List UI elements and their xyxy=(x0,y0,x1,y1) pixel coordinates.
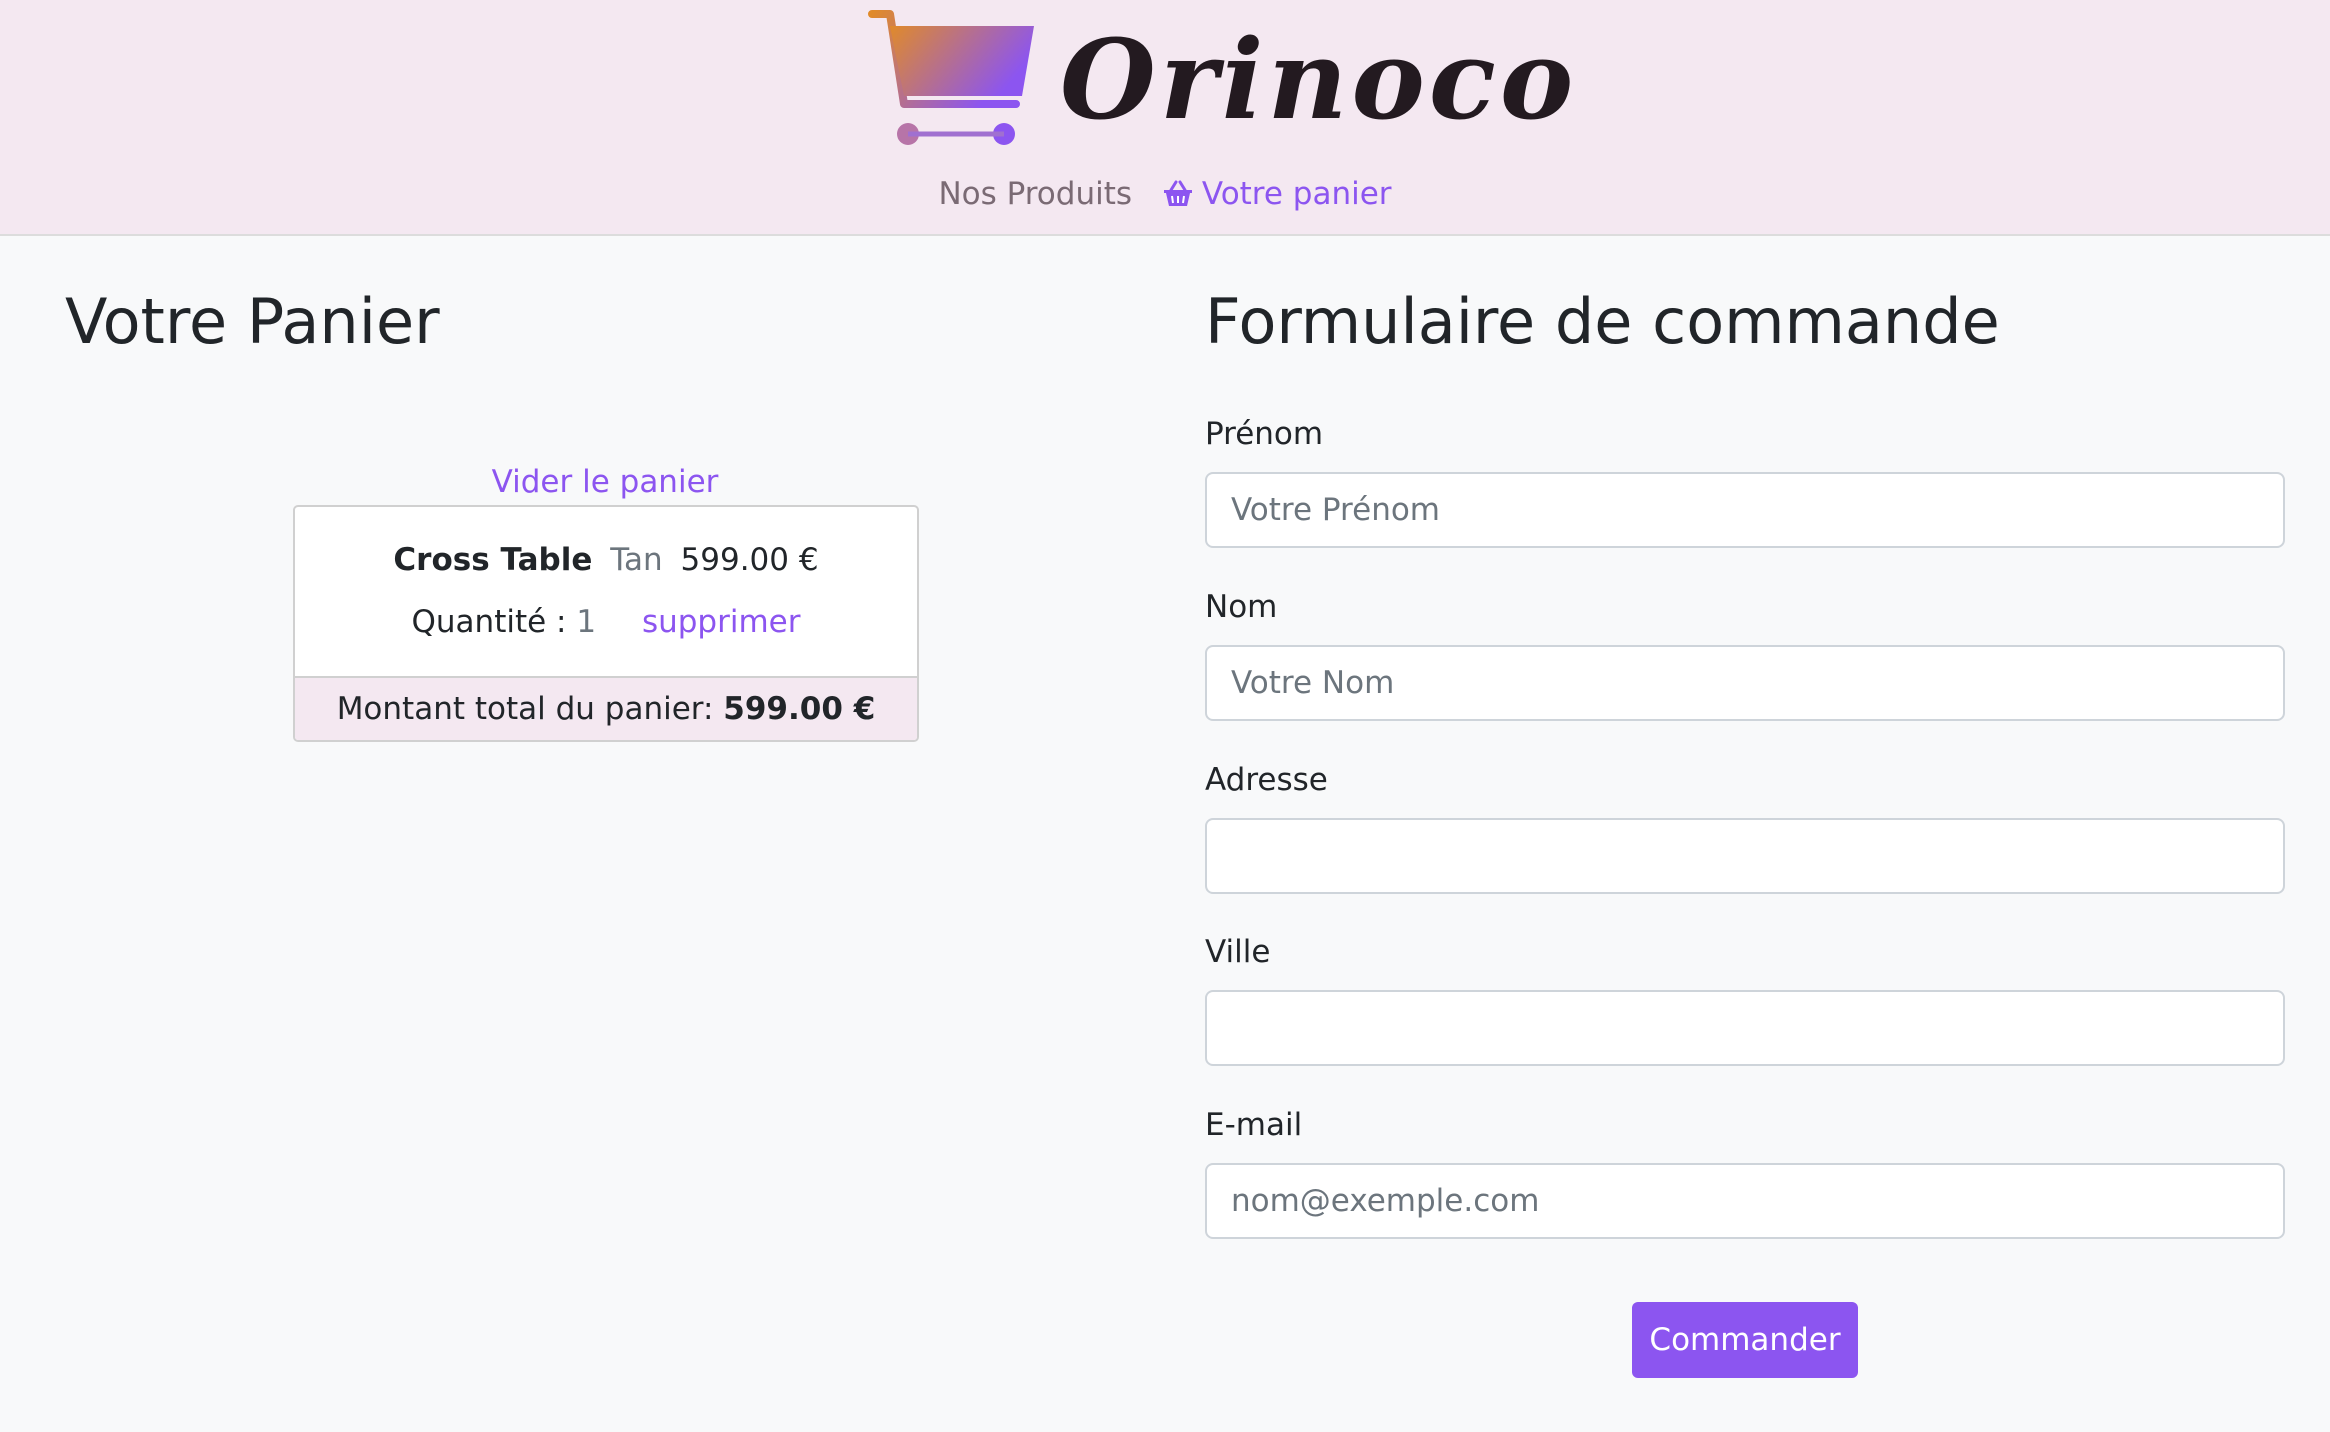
lastname-label: Nom xyxy=(1205,589,1278,625)
empty-cart-link[interactable]: Vider le panier xyxy=(293,458,917,506)
shopping-cart-icon xyxy=(868,10,1034,145)
quantity-label: Quantité : xyxy=(411,604,567,640)
email-label: E-mail xyxy=(1205,1107,1303,1143)
product-name: Cross Table xyxy=(393,542,593,578)
product-color: Tan xyxy=(610,542,663,578)
product-price: 599.00 € xyxy=(680,542,819,578)
nav-products-link[interactable]: Nos Produits xyxy=(938,166,1132,222)
cart-card: Cross Table Tan 599.00 € Quantité : 1 su… xyxy=(293,505,919,742)
email-input[interactable] xyxy=(1205,1163,2285,1239)
nav-cart-label: Votre panier xyxy=(1201,176,1392,212)
quantity-value: 1 xyxy=(576,604,597,640)
brand-name[interactable]: Orinoco xyxy=(1060,10,1577,150)
lastname-input[interactable] xyxy=(1205,645,2285,721)
address-group: Adresse xyxy=(1205,758,2285,894)
firstname-label: Prénom xyxy=(1205,416,1324,452)
basket-icon xyxy=(1163,180,1192,206)
total-label: Montant total du panier: xyxy=(336,691,714,727)
email-group: E-mail xyxy=(1205,1103,2285,1239)
city-label: Ville xyxy=(1205,934,1271,970)
cart-item: Cross Table Tan 599.00 € xyxy=(295,537,917,583)
firstname-input[interactable] xyxy=(1205,472,2285,548)
cart-item-quantity-row: Quantité : 1 supprimer xyxy=(295,599,917,645)
total-amount: 599.00 € xyxy=(723,691,876,727)
submit-order-button[interactable]: Commander xyxy=(1632,1302,1858,1378)
city-group: Ville xyxy=(1205,930,2285,1066)
nav-cart-link[interactable]: Votre panier xyxy=(1162,166,1392,222)
address-label: Adresse xyxy=(1205,762,1328,798)
main-nav: Nos Produits Votre panier xyxy=(0,166,2330,222)
cart-title: Votre Panier xyxy=(65,285,440,358)
remove-item-link[interactable]: supprimer xyxy=(642,604,801,640)
order-form-title: Formulaire de commande xyxy=(1205,285,2000,358)
address-input[interactable] xyxy=(1205,818,2285,894)
site-header: Orinoco Nos Produits Votre panier xyxy=(0,0,2330,236)
city-input[interactable] xyxy=(1205,990,2285,1066)
cart-total: Montant total du panier: 599.00 € xyxy=(295,676,917,740)
firstname-group: Prénom xyxy=(1205,412,2285,548)
lastname-group: Nom xyxy=(1205,585,2285,721)
